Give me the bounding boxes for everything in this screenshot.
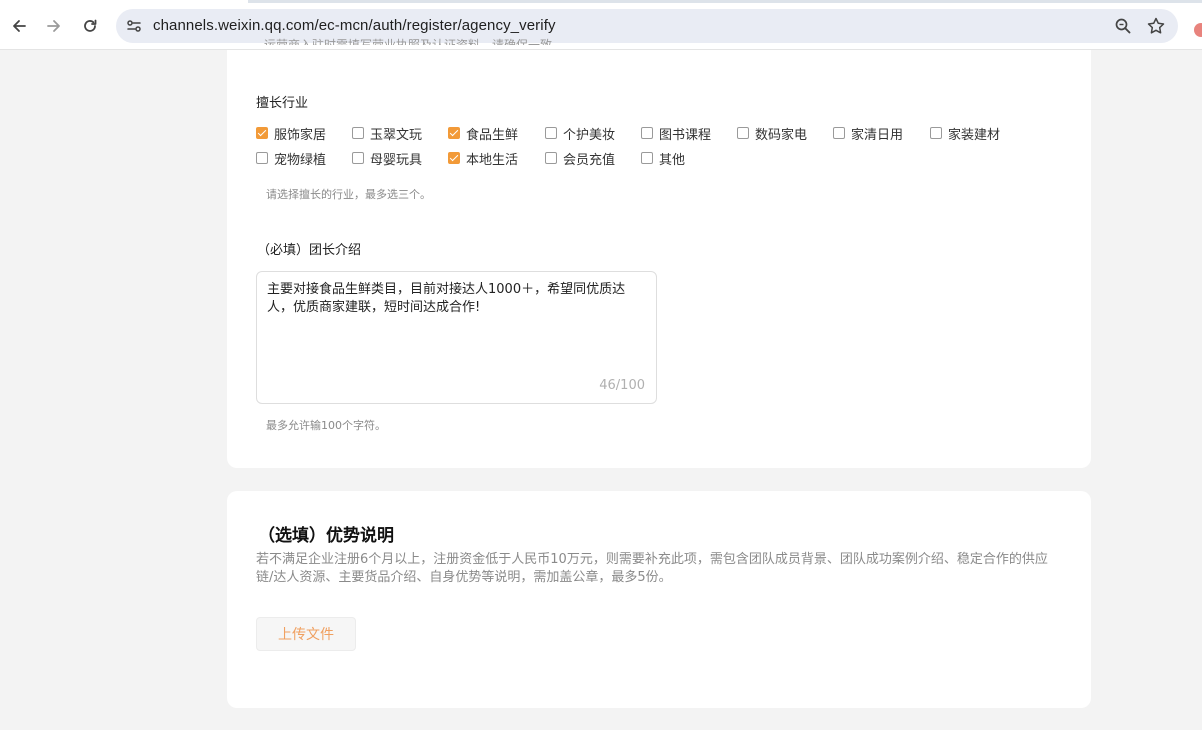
checkbox-checked-icon[interactable] bbox=[256, 127, 268, 139]
checkbox-unchecked-icon[interactable] bbox=[545, 127, 557, 139]
industry-checkbox[interactable]: 母婴玩具 bbox=[352, 149, 423, 168]
industry-hint: 请选择擅长的行业，最多选三个。 bbox=[266, 188, 431, 201]
zoom-icon[interactable] bbox=[1114, 17, 1132, 35]
industry-checkbox-label: 服饰家居 bbox=[274, 127, 327, 143]
industry-checkbox-label: 图书课程 bbox=[659, 127, 712, 143]
industry-checkbox[interactable]: 服饰家居 bbox=[256, 124, 327, 143]
intro-textarea[interactable]: 主要对接食品生鲜类目，目前对接达人1000＋，希望同优质达人，优质商家建联，短时… bbox=[256, 271, 657, 404]
industry-checkbox[interactable]: 宠物绿植 bbox=[256, 149, 327, 168]
industry-checkbox-label: 其他 bbox=[659, 152, 686, 168]
checkbox-unchecked-icon[interactable] bbox=[930, 127, 942, 139]
industry-checkbox-label: 家装建材 bbox=[948, 127, 1001, 143]
industry-checkbox[interactable]: 其他 bbox=[641, 149, 686, 168]
advantage-description: 若不满足企业注册6个月以上，注册资金低于人民币10万元，则需要补充此项，需包含团… bbox=[256, 552, 1048, 585]
industry-checkbox[interactable]: 玉翠文玩 bbox=[352, 124, 423, 143]
url-text[interactable]: channels.weixin.qq.com/ec-mcn/auth/regis… bbox=[153, 17, 556, 35]
advantage-title: （选填）优势说明 bbox=[258, 526, 394, 546]
profile-avatar[interactable] bbox=[1194, 23, 1202, 37]
industry-checkbox-label: 个护美妆 bbox=[563, 127, 616, 143]
checkbox-unchecked-icon[interactable] bbox=[833, 127, 845, 139]
industry-checkbox-label: 母婴玩具 bbox=[370, 152, 423, 168]
industry-checkbox[interactable]: 会员充值 bbox=[545, 149, 616, 168]
char-counter: 46/100 bbox=[599, 378, 645, 393]
industry-checkbox-label: 宠物绿植 bbox=[274, 152, 327, 168]
tune-icon[interactable] bbox=[125, 17, 143, 35]
cutoff-hint-text: 运营商入驻时需填写营业执照及认证资料，请确保一致 bbox=[264, 38, 553, 45]
checkbox-unchecked-icon[interactable] bbox=[641, 152, 653, 164]
checkbox-checked-icon[interactable] bbox=[448, 152, 460, 164]
industry-checkbox-label: 会员充值 bbox=[563, 152, 616, 168]
industry-checkbox-label: 本地生活 bbox=[466, 152, 519, 168]
industry-checkbox[interactable]: 家清日用 bbox=[833, 124, 904, 143]
industry-checkbox[interactable]: 数码家电 bbox=[737, 124, 808, 143]
industry-checkbox[interactable]: 本地生活 bbox=[448, 149, 519, 168]
intro-label: （必填）团长介绍 bbox=[257, 243, 362, 258]
checkbox-unchecked-icon[interactable] bbox=[545, 152, 557, 164]
intro-hint: 最多允许输100个字符。 bbox=[266, 419, 386, 432]
industry-checkbox[interactable]: 个护美妆 bbox=[545, 124, 616, 143]
industry-checkbox[interactable]: 家装建材 bbox=[930, 124, 1001, 143]
star-icon[interactable] bbox=[1146, 16, 1166, 36]
upload-file-button[interactable]: 上传文件 bbox=[256, 617, 356, 651]
reload-icon[interactable] bbox=[75, 11, 105, 41]
industry-label: 擅长行业 bbox=[256, 96, 309, 111]
checkbox-unchecked-icon[interactable] bbox=[352, 152, 364, 164]
industry-checkbox[interactable]: 食品生鲜 bbox=[448, 124, 519, 143]
industry-checkbox-label: 食品生鲜 bbox=[466, 127, 519, 143]
intro-text-value[interactable]: 主要对接食品生鲜类目，目前对接达人1000＋，希望同优质达人，优质商家建联，短时… bbox=[267, 281, 647, 317]
checkbox-unchecked-icon[interactable] bbox=[352, 127, 364, 139]
industry-checkbox[interactable]: 图书课程 bbox=[641, 124, 712, 143]
checkbox-unchecked-icon[interactable] bbox=[641, 127, 653, 139]
industry-checkbox-label: 家清日用 bbox=[851, 127, 904, 143]
browser-toolbar: channels.weixin.qq.com/ec-mcn/auth/regis… bbox=[0, 3, 1202, 50]
industry-checkbox-label: 玉翠文玩 bbox=[370, 127, 423, 143]
checkbox-unchecked-icon[interactable] bbox=[256, 152, 268, 164]
form-card bbox=[227, 50, 1091, 468]
checkbox-unchecked-icon[interactable] bbox=[737, 127, 749, 139]
checkbox-checked-icon[interactable] bbox=[448, 127, 460, 139]
back-arrow-icon[interactable] bbox=[4, 11, 34, 41]
industry-checkbox-label: 数码家电 bbox=[755, 127, 808, 143]
forward-arrow-icon[interactable] bbox=[39, 11, 69, 41]
